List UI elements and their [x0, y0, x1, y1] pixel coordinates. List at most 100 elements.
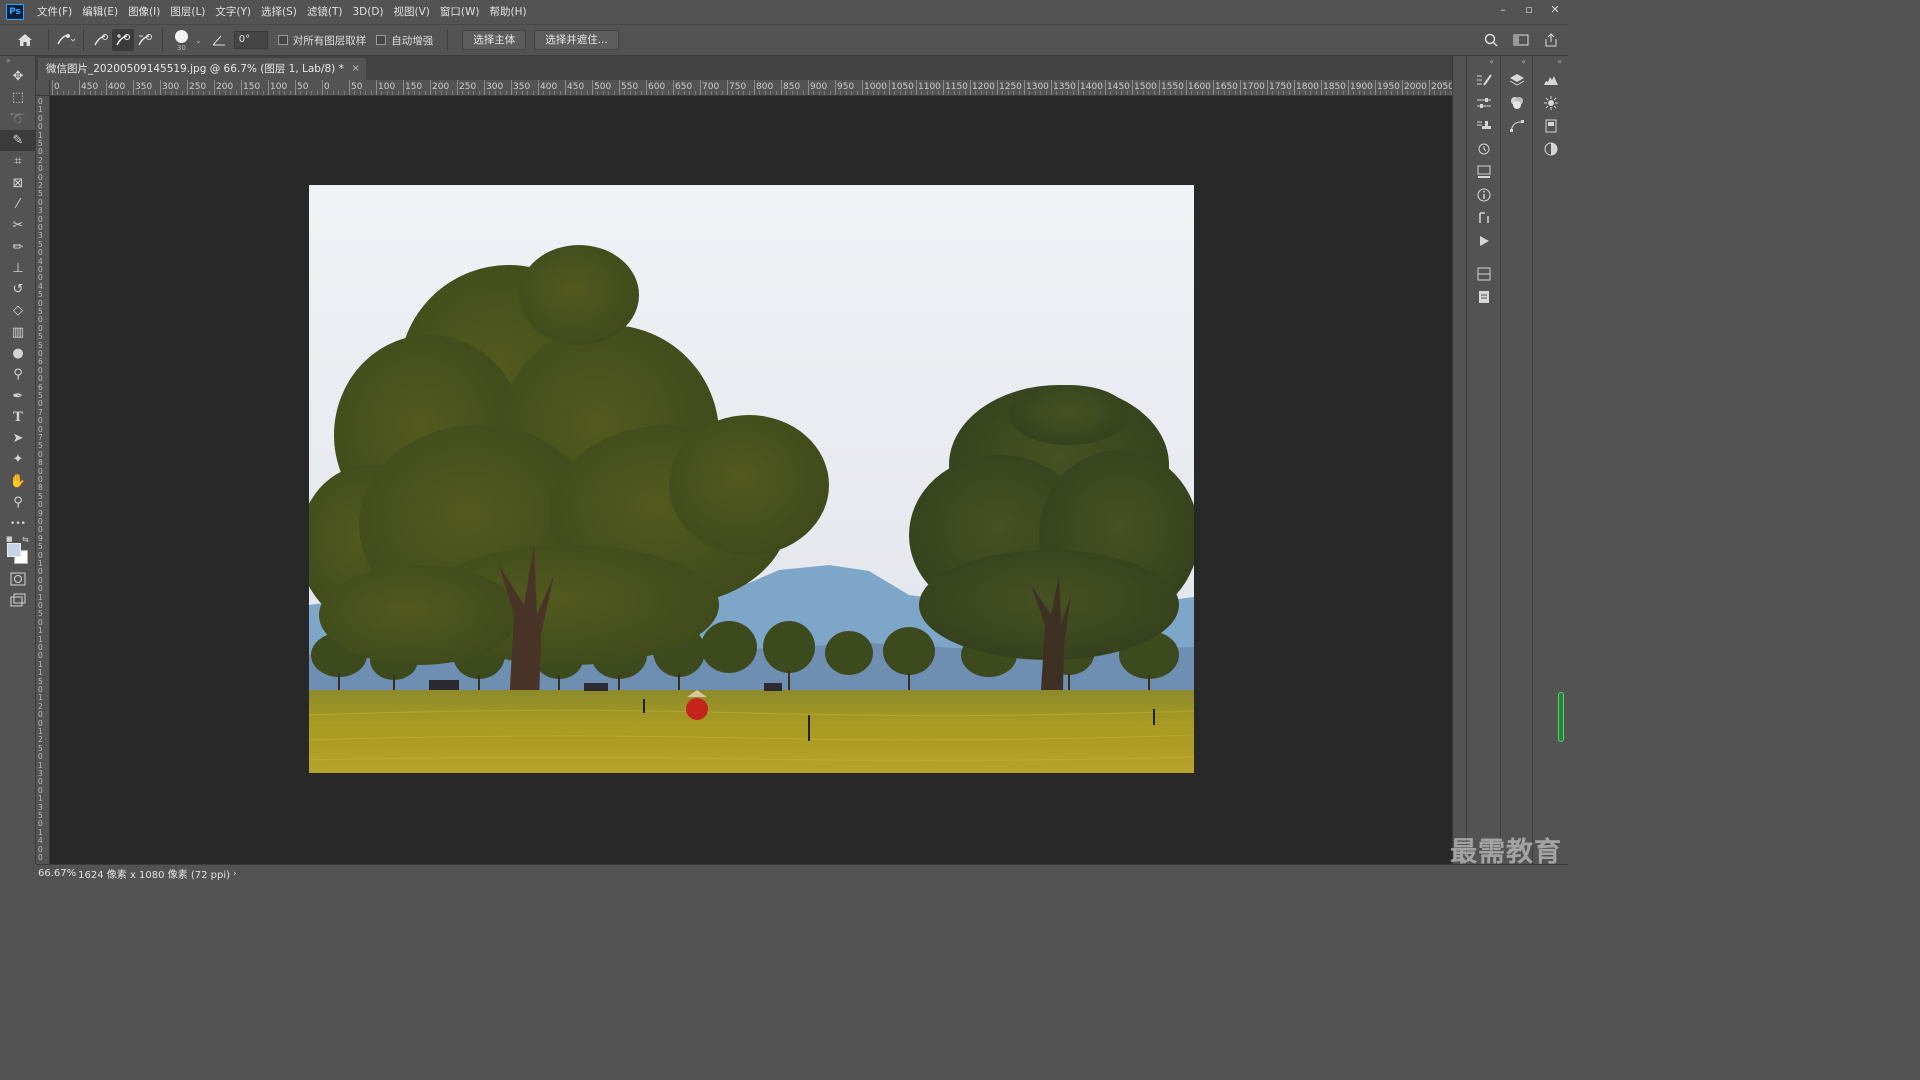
glyphs-icon[interactable]: [1467, 206, 1500, 229]
vertical-scrollbar[interactable]: [1452, 56, 1466, 864]
menu-3d[interactable]: 3D(D): [347, 0, 388, 24]
pen-tool-icon[interactable]: ✒: [0, 385, 36, 406]
adjustments-icon[interactable]: [1467, 91, 1500, 114]
menu-edit[interactable]: 编辑(E): [77, 0, 123, 24]
brush-size-picker[interactable]: 30: [169, 27, 199, 53]
close-tab-icon[interactable]: ×: [351, 58, 359, 80]
brush-tool-icon[interactable]: ✏: [0, 236, 36, 257]
swatches-panel-icon[interactable]: [1533, 114, 1568, 137]
menu-view[interactable]: 视图(V): [389, 0, 435, 24]
menu-image[interactable]: 图像(I): [123, 0, 165, 24]
path-selection-tool-icon[interactable]: ➤: [0, 428, 36, 449]
eraser-tool-icon[interactable]: ◇: [0, 300, 36, 321]
screen-mode-icon[interactable]: [0, 590, 36, 611]
actions-play-icon[interactable]: [1467, 229, 1500, 252]
navigator-icon[interactable]: [1533, 91, 1568, 114]
swap-colors-icon[interactable]: ⇆: [22, 535, 29, 544]
ruler-minor-tick: [748, 91, 750, 95]
quick-selection-tool-icon[interactable]: ✎: [0, 129, 36, 152]
brush-settings-icon[interactable]: [1467, 68, 1500, 91]
ruler-minor-tick: [1391, 91, 1393, 95]
hand-tool-icon[interactable]: ✋: [0, 471, 36, 492]
horizontal-ruler[interactable]: 0 450 400 350 300 250 200 150 100 50 0 50 100 150 200 2…: [50, 80, 1452, 96]
minimize-button[interactable]: –: [1490, 0, 1516, 18]
status-menu-arrow-icon[interactable]: ›: [233, 869, 237, 879]
menu-file[interactable]: 文件(F): [32, 0, 77, 24]
ruler-minor-tick: [440, 91, 442, 95]
checkbox-box[interactable]: [277, 35, 288, 45]
move-tool-icon[interactable]: ✥: [0, 66, 36, 87]
menu-layer[interactable]: 图层(L): [165, 0, 210, 24]
select-and-mask-button[interactable]: 选择并遮住...: [534, 30, 619, 50]
history-brush-tool-icon[interactable]: ↺: [0, 279, 36, 300]
shape-tool-icon[interactable]: ✦: [0, 449, 36, 470]
default-colors-icon[interactable]: ■: [6, 535, 13, 543]
lasso-tool-icon[interactable]: ➰: [0, 109, 36, 130]
menu-help[interactable]: 帮助(H): [485, 0, 532, 24]
workspace-icon[interactable]: [1510, 29, 1532, 51]
clone-source-icon[interactable]: [1467, 114, 1500, 137]
color-swatches: ■ ⇆: [0, 535, 36, 569]
close-button[interactable]: ✕: [1542, 0, 1568, 18]
libraries-icon[interactable]: [1467, 160, 1500, 183]
auto-enhance-checkbox[interactable]: 自动增强: [376, 33, 433, 48]
ruler-minor-tick: [1418, 91, 1420, 95]
eyedropper-tool-icon[interactable]: ⁄: [0, 194, 36, 215]
ruler-label: 8: [38, 458, 43, 468]
ruler-minor-tick: [95, 91, 97, 95]
search-icon[interactable]: [1480, 29, 1502, 51]
collapse-panels-icon[interactable]: «: [1533, 56, 1568, 68]
healing-brush-tool-icon[interactable]: ✂: [0, 215, 36, 236]
paths-icon[interactable]: [1501, 114, 1532, 137]
layers-icon[interactable]: [1501, 68, 1532, 91]
ruler-origin[interactable]: [36, 80, 50, 96]
window-controls: – ▫ ✕: [1490, 0, 1568, 18]
info-icon[interactable]: [1467, 183, 1500, 206]
vertical-ruler[interactable]: 0100150200250300350400450500550600650700…: [36, 96, 50, 864]
home-icon[interactable]: [14, 29, 36, 51]
frame-tool-icon[interactable]: ⊠: [0, 172, 36, 193]
sample-all-layers-checkbox[interactable]: 对所有图层取样: [277, 33, 366, 48]
canvas-area[interactable]: [50, 96, 1452, 864]
ruler-tick: [592, 80, 593, 95]
ruler-tick: [1051, 80, 1052, 95]
histogram-icon[interactable]: [1533, 68, 1568, 91]
document-tab[interactable]: 微信图片_20200509145519.jpg @ 66.7% (图层 1, L…: [38, 58, 366, 80]
ruler-minor-tick: [1272, 91, 1274, 95]
collapse-panels-icon[interactable]: «: [1501, 56, 1532, 68]
angle-input[interactable]: 0°: [233, 31, 268, 49]
type-tool-icon[interactable]: T: [0, 407, 36, 428]
checkbox-box[interactable]: [376, 35, 387, 45]
tool-preset-picker-icon[interactable]: [55, 29, 77, 51]
toolbar-collapse-icon[interactable]: »: [0, 56, 35, 66]
menu-window[interactable]: 窗口(W): [435, 0, 485, 24]
channels-icon[interactable]: [1501, 91, 1532, 114]
color-panel-icon[interactable]: [1533, 137, 1568, 160]
marquee-tool-icon[interactable]: ⬚: [0, 87, 36, 108]
add-to-selection-brush-icon[interactable]: [112, 29, 134, 51]
restore-button[interactable]: ▫: [1516, 0, 1542, 18]
more-tools-icon[interactable]: •••: [0, 513, 36, 534]
menu-select[interactable]: 选择(S): [256, 0, 302, 24]
select-subject-button[interactable]: 选择主体: [462, 30, 527, 50]
subtract-from-selection-brush-icon[interactable]: [134, 29, 156, 51]
quick-mask-icon[interactable]: [0, 569, 36, 590]
zoom-level[interactable]: 66.67%: [36, 868, 76, 879]
crop-tool-icon[interactable]: ⌗: [0, 151, 36, 172]
menu-type[interactable]: 文字(Y): [210, 0, 256, 24]
notes-icon[interactable]: [1467, 285, 1500, 308]
document-image[interactable]: [309, 185, 1194, 773]
share-icon[interactable]: [1540, 29, 1562, 51]
foreground-color-swatch[interactable]: [7, 542, 21, 557]
dodge-tool-icon[interactable]: ⚲: [0, 364, 36, 385]
clone-stamp-tool-icon[interactable]: ⊥: [0, 258, 36, 279]
gradient-tool-icon[interactable]: ▥: [0, 322, 36, 343]
properties-icon[interactable]: [1467, 262, 1500, 285]
history-icon[interactable]: [1467, 137, 1500, 160]
ruler-minor-tick: [273, 91, 275, 95]
blur-tool-icon[interactable]: ●: [0, 343, 36, 364]
collapse-panels-icon[interactable]: «: [1467, 56, 1500, 68]
zoom-tool-icon[interactable]: ⚲: [0, 492, 36, 513]
new-selection-brush-icon[interactable]: [90, 29, 112, 51]
menu-filter[interactable]: 滤镜(T): [302, 0, 348, 24]
